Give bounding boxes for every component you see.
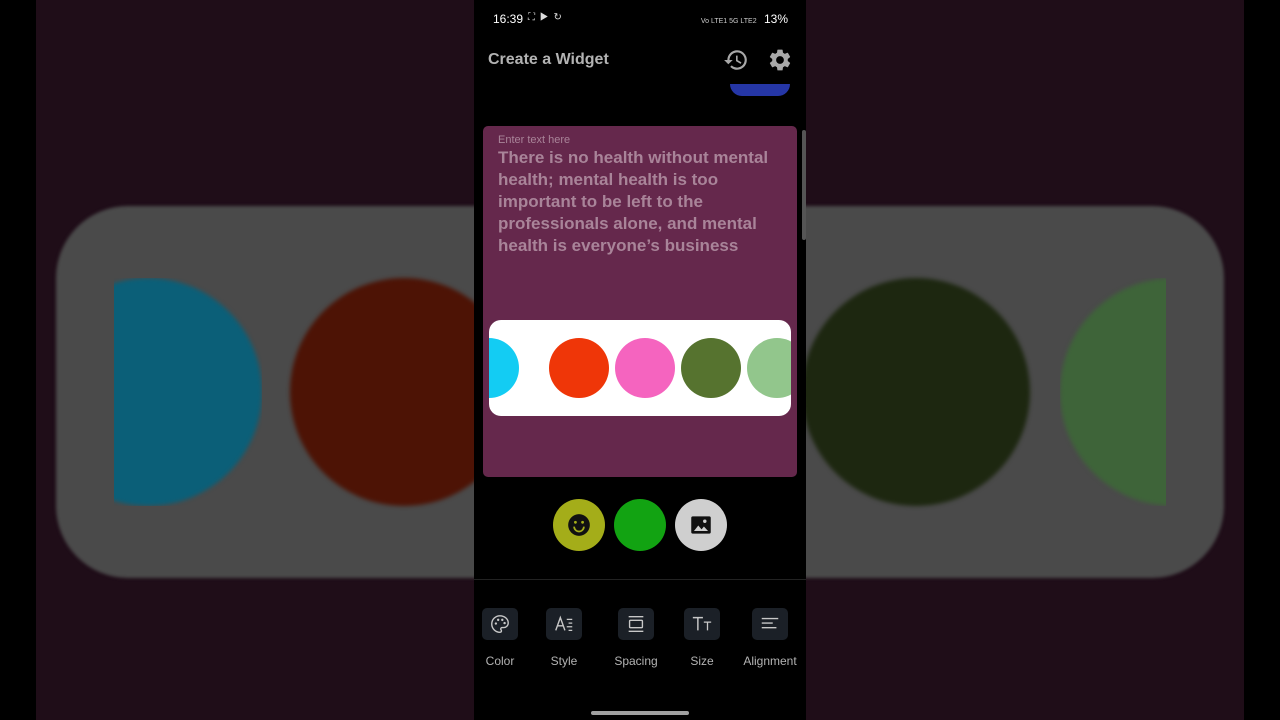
text-input-label: Enter text here (498, 134, 571, 146)
text-style-icon (546, 608, 582, 640)
home-indicator[interactable] (591, 711, 689, 715)
tool-size[interactable]: Size (667, 608, 737, 668)
tool-label: Color (485, 654, 515, 668)
bottom-toolbar: Color Style Spacing Size Alignment (474, 608, 806, 672)
history-button[interactable] (722, 46, 750, 74)
divider (474, 579, 806, 580)
action-buttons (474, 499, 806, 553)
smiley-icon (568, 514, 590, 536)
color-swatch-pink[interactable] (615, 338, 675, 398)
network-icon: Vo LTE1 5G LTE2 (700, 18, 757, 25)
scrollbar[interactable] (802, 130, 806, 240)
color-palette[interactable] (489, 320, 791, 416)
color-swatch-lightgreen[interactable] (747, 338, 791, 398)
tool-style[interactable]: Style (529, 608, 599, 668)
app-bar: Create a Widget (474, 40, 806, 80)
tool-label: Spacing (614, 654, 658, 668)
battery-level: 13% (763, 12, 788, 26)
emoji-button[interactable] (553, 499, 605, 551)
notification-icons: ⛶ ▶ ↻ (528, 12, 563, 23)
settings-button[interactable] (766, 46, 794, 74)
blurred-swatch-olive (802, 278, 1030, 506)
page-title: Create a Widget (488, 51, 609, 68)
status-bar: 16:39 ⛶ ▶ ↻ Vo LTE1 5G LTE2 13% (474, 0, 806, 38)
screen: 16:39 ⛶ ▶ ↻ Vo LTE1 5G LTE2 13% Create a… (0, 0, 1280, 720)
tool-label: Alignment (743, 654, 797, 668)
widget-text-input[interactable]: There is no health without mental health… (498, 147, 788, 257)
status-right: Vo LTE1 5G LTE2 13% (701, 12, 788, 26)
scroll-tab[interactable] (730, 84, 790, 96)
color-swatch-red[interactable] (549, 338, 609, 398)
tool-label: Size (690, 654, 714, 668)
history-icon (724, 50, 747, 70)
tool-label: Style (550, 654, 578, 668)
tool-spacing[interactable]: Spacing (601, 608, 671, 668)
text-size-icon (684, 608, 720, 640)
gear-icon (769, 49, 791, 71)
status-time: 16:39 (493, 12, 524, 26)
spacing-icon (618, 608, 654, 640)
image-icon (691, 516, 711, 534)
align-left-icon (752, 608, 788, 640)
background-color-button[interactable] (614, 499, 666, 551)
color-swatch-cyan[interactable] (489, 338, 519, 398)
palette-icon (482, 608, 518, 640)
phone-screen: 16:39 ⛶ ▶ ↻ Vo LTE1 5G LTE2 13% Create a… (474, 0, 806, 720)
color-swatch-olive[interactable] (681, 338, 741, 398)
tool-alignment[interactable]: Alignment (735, 608, 805, 668)
image-button[interactable] (675, 499, 727, 551)
tool-color[interactable]: Color (474, 608, 535, 668)
widget-preview[interactable]: Enter text here There is no health witho… (483, 126, 797, 477)
